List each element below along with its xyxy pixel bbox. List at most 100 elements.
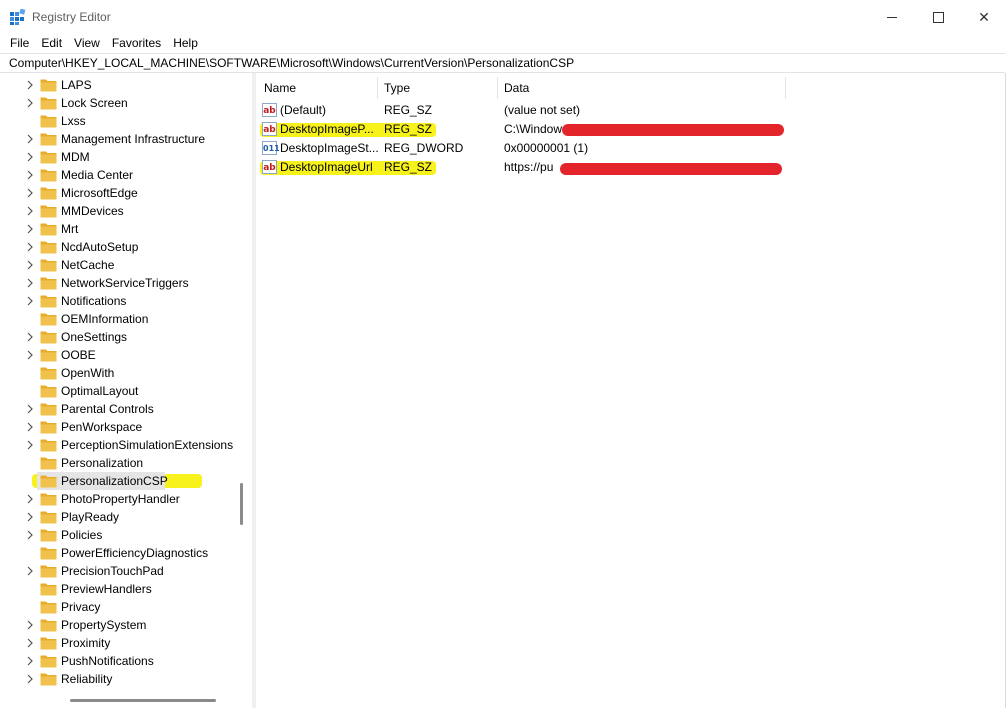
tree-item-label: NcdAutoSetup <box>61 240 139 254</box>
folder-icon <box>40 583 57 596</box>
menu-favorites[interactable]: Favorites <box>106 34 167 52</box>
column-separator[interactable] <box>497 77 498 99</box>
chevron-right-icon[interactable] <box>26 350 34 360</box>
tree-item[interactable]: NetCache <box>0 256 240 274</box>
chevron-right-icon[interactable] <box>26 530 34 540</box>
tree-item-label: OOBE <box>61 348 96 362</box>
chevron-right-icon[interactable] <box>26 278 34 288</box>
column-separator[interactable] <box>377 77 378 99</box>
tree-item[interactable]: LAPS <box>0 76 240 94</box>
address-path[interactable]: Computer\HKEY_LOCAL_MACHINE\SOFTWARE\Mic… <box>9 56 574 70</box>
folder-icon <box>40 457 57 470</box>
column-header-name[interactable]: Name <box>264 77 296 99</box>
chevron-right-icon[interactable] <box>26 224 34 234</box>
tree-item[interactable]: Proximity <box>0 634 240 652</box>
tree-item-label: Notifications <box>61 294 127 308</box>
tree-item[interactable]: PropertySystem <box>0 616 240 634</box>
chevron-right-icon[interactable] <box>26 296 34 306</box>
tree-item[interactable]: PersonalizationCSP <box>0 472 240 490</box>
maximize-button[interactable] <box>915 0 961 34</box>
column-separator[interactable] <box>785 77 786 99</box>
tree-item[interactable]: OptimalLayout <box>0 382 240 400</box>
tree-item[interactable]: Lock Screen <box>0 94 240 112</box>
tree-item[interactable]: Management Infrastructure <box>0 130 240 148</box>
chevron-right-icon[interactable] <box>26 242 34 252</box>
minimize-button[interactable] <box>869 0 915 34</box>
tree-item[interactable]: Lxss <box>0 112 240 130</box>
chevron-right-icon[interactable] <box>26 332 34 342</box>
tree-item[interactable]: PowerEfficiencyDiagnostics <box>0 544 240 562</box>
close-button[interactable]: ✕ <box>961 0 1007 34</box>
tree-item[interactable]: PreviewHandlers <box>0 580 240 598</box>
values-pane[interactable]: Name Type Data ab (Default) REG_SZ (value n… <box>257 73 1005 708</box>
tree-item-label: OneSettings <box>61 330 128 344</box>
chevron-right-icon[interactable] <box>26 656 34 666</box>
tree-item[interactable]: OpenWith <box>0 364 240 382</box>
tree-item[interactable]: OEMInformation <box>0 310 240 328</box>
tree-item-label: LAPS <box>61 78 92 92</box>
tree-item[interactable]: Privacy <box>0 598 240 616</box>
tree-item[interactable]: PlayReady <box>0 508 240 526</box>
tree-horizontal-scrollbar[interactable] <box>70 699 216 702</box>
tree-item[interactable]: Notifications <box>0 292 240 310</box>
menu-file[interactable]: File <box>0 34 35 52</box>
chevron-right-icon[interactable] <box>26 422 34 432</box>
folder-icon <box>40 547 57 560</box>
tree-item[interactable]: OOBE <box>0 346 240 364</box>
tree-item[interactable]: PerceptionSimulationExtensions <box>0 436 240 454</box>
chevron-right-icon[interactable] <box>26 512 34 522</box>
tree-item[interactable]: PrecisionTouchPad <box>0 562 240 580</box>
tree-item[interactable]: Reliability <box>0 670 240 688</box>
tree-item[interactable]: Policies <box>0 526 240 544</box>
tree-item[interactable]: PushNotifications <box>0 652 240 670</box>
chevron-right-icon[interactable] <box>26 80 34 90</box>
chevron-right-icon[interactable] <box>26 440 34 450</box>
menu-help[interactable]: Help <box>167 34 204 52</box>
chevron-right-icon[interactable] <box>26 260 34 270</box>
redaction-mark <box>560 163 782 175</box>
value-row[interactable]: 011 DesktopImageSt... REG_DWORD 0x00000001 … <box>257 139 997 158</box>
chevron-right-icon[interactable] <box>26 494 34 504</box>
tree-item-label: MicrosoftEdge <box>61 186 138 200</box>
chevron-right-icon[interactable] <box>26 188 34 198</box>
chevron-right-icon[interactable] <box>26 674 34 684</box>
chevron-right-icon[interactable] <box>26 152 34 162</box>
tree-vertical-scrollbar[interactable] <box>240 483 243 525</box>
tree-item[interactable]: MMDevices <box>0 202 240 220</box>
tree-item[interactable]: Parental Controls <box>0 400 240 418</box>
tree-item-label: MMDevices <box>61 204 124 218</box>
value-name: DesktopImageUrl <box>280 160 373 174</box>
folder-icon <box>40 241 57 254</box>
tree-item[interactable]: MicrosoftEdge <box>0 184 240 202</box>
minimize-icon <box>887 16 897 18</box>
pane-splitter[interactable] <box>252 73 256 708</box>
tree-item[interactable]: MDM <box>0 148 240 166</box>
chevron-right-icon[interactable] <box>26 620 34 630</box>
tree-item[interactable]: NetworkServiceTriggers <box>0 274 240 292</box>
menu-edit[interactable]: Edit <box>35 34 68 52</box>
chevron-right-icon[interactable] <box>26 404 34 414</box>
tree-item-label: OEMInformation <box>61 312 149 326</box>
value-row[interactable]: ab (Default) REG_SZ (value not set) <box>257 101 997 120</box>
tree-item[interactable]: PenWorkspace <box>0 418 240 436</box>
chevron-right-icon[interactable] <box>26 98 34 108</box>
tree-item[interactable]: PhotoPropertyHandler <box>0 490 240 508</box>
address-bar[interactable]: Computer\HKEY_LOCAL_MACHINE\SOFTWARE\Mic… <box>0 53 1005 73</box>
column-header-type[interactable]: Type <box>384 77 410 99</box>
chevron-right-icon[interactable] <box>26 206 34 216</box>
tree-item[interactable]: Personalization <box>0 454 240 472</box>
chevron-right-icon[interactable] <box>26 134 34 144</box>
tree-item[interactable]: Mrt <box>0 220 240 238</box>
tree-item[interactable]: Media Center <box>0 166 240 184</box>
column-header-data[interactable]: Data <box>504 77 529 99</box>
tree-item[interactable]: NcdAutoSetup <box>0 238 240 256</box>
tree-item[interactable]: OneSettings <box>0 328 240 346</box>
value-type: REG_DWORD <box>384 141 464 155</box>
chevron-right-icon[interactable] <box>26 170 34 180</box>
key-tree-pane[interactable]: LAPS Lock Screen Lxss Management Infrastruc… <box>0 73 251 708</box>
chevron-right-icon[interactable] <box>26 638 34 648</box>
folder-icon <box>40 295 57 308</box>
folder-icon <box>40 151 57 164</box>
menu-view[interactable]: View <box>68 34 106 52</box>
chevron-right-icon[interactable] <box>26 566 34 576</box>
